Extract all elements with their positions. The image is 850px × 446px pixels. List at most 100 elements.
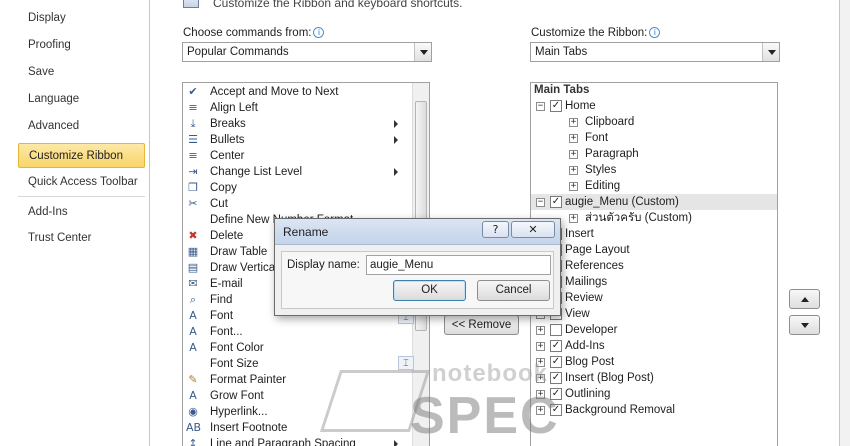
list-item[interactable]: ↕ Line and Paragraph Spacing — [183, 436, 413, 446]
page-title: Customize the Ribbon and keyboard shortc… — [213, 0, 463, 10]
tree-row[interactable]: + Editing — [531, 178, 777, 194]
choose-commands-select[interactable]: Popular Commands — [182, 42, 432, 62]
options-nav: Display Proofing Save Language Advanced Custo… — [0, 0, 150, 446]
list-item[interactable]: ⤓ Breaks — [183, 116, 413, 132]
tree-row-label: Styles — [585, 164, 617, 176]
expand-icon[interactable]: + — [536, 358, 545, 367]
nav-item-add-ins[interactable]: Add-Ins — [18, 200, 145, 225]
delete-icon: ✖ — [188, 229, 198, 242]
tree-row[interactable]: +✓References — [531, 258, 777, 274]
nav-item-customize-ribbon[interactable]: Customize Ribbon — [18, 143, 145, 168]
tree-row[interactable]: + ✓ Blog Post — [531, 354, 777, 370]
nav-item-trust-center[interactable]: Trust Center — [18, 226, 145, 251]
tab-checkbox[interactable]: ✓ — [550, 196, 562, 208]
tab-checkbox[interactable]: ✓ — [550, 340, 562, 352]
expand-icon[interactable]: + — [536, 374, 545, 383]
tree-row-label: Review — [565, 292, 603, 304]
nav-item-display[interactable]: Display — [18, 6, 145, 31]
list-item[interactable]: ✎ Format Painter — [183, 372, 413, 388]
list-item[interactable]: Font Size — [183, 356, 413, 372]
tab-checkbox[interactable]: ✓ — [550, 404, 562, 416]
expand-icon[interactable]: + — [569, 150, 578, 159]
expand-icon[interactable]: + — [569, 182, 578, 191]
list-item-label: Accept and Move to Next — [210, 86, 339, 98]
tree-row[interactable]: +✓View — [531, 306, 777, 322]
tree-row[interactable]: − ✓ Home — [531, 98, 777, 114]
remove-button[interactable]: << Remove — [444, 315, 519, 335]
tree-row[interactable]: + ✓ Background Removal — [531, 402, 777, 418]
nav-item-language[interactable]: Language — [18, 87, 145, 112]
tab-checkbox[interactable] — [550, 324, 562, 336]
expand-icon[interactable]: + — [569, 166, 578, 175]
tree-row[interactable]: + Paragraph — [531, 146, 777, 162]
submenu-arrow-icon — [394, 120, 398, 128]
tab-checkbox[interactable]: ✓ — [550, 356, 562, 368]
info-icon: i — [313, 27, 325, 39]
collapse-icon[interactable]: − — [536, 102, 545, 111]
chevron-down-icon[interactable] — [762, 43, 779, 61]
tree-row[interactable]: +✓Review — [531, 290, 777, 306]
rename-dialog: Rename ? ✕ Display name: augie_Menu OK C… — [274, 218, 561, 316]
tab-checkbox[interactable]: ✓ — [550, 388, 562, 400]
expand-icon[interactable]: + — [569, 118, 578, 127]
help-button[interactable]: ? — [482, 221, 509, 238]
tree-row[interactable]: + ✓ Insert (Blog Post) — [531, 370, 777, 386]
cancel-button[interactable]: Cancel — [477, 280, 550, 301]
tree-row[interactable]: +✓Insert — [531, 226, 777, 242]
tree-row[interactable]: +✓Page Layout — [531, 242, 777, 258]
dialog-titlebar[interactable]: Rename ? ✕ — [275, 219, 560, 245]
list-item-label: Draw Table — [210, 246, 268, 258]
list-item[interactable]: A Font Color — [183, 340, 413, 356]
nav-item-proofing[interactable]: Proofing — [18, 33, 145, 58]
expand-icon[interactable]: + — [569, 214, 578, 223]
list-item[interactable]: ≡ Center — [183, 148, 413, 164]
display-name-input[interactable]: augie_Menu — [366, 255, 551, 275]
tree-row[interactable]: + ✓ Outlining — [531, 386, 777, 402]
expand-icon[interactable]: + — [536, 390, 545, 399]
tree-row[interactable]: + Styles — [531, 162, 777, 178]
nav-item-advanced[interactable]: Advanced — [18, 114, 145, 139]
find-icon: ⌕ — [189, 293, 197, 306]
tree-row[interactable]: + Font — [531, 130, 777, 146]
list-item[interactable]: A Grow Font — [183, 388, 413, 404]
tree-row[interactable]: + Developer — [531, 322, 777, 338]
list-item[interactable]: ◉ Hyperlink... — [183, 404, 413, 420]
ok-button[interactable]: OK — [393, 280, 466, 301]
list-item[interactable]: ✔ Accept and Move to Next — [183, 84, 413, 100]
nav-item-save[interactable]: Save — [18, 60, 145, 85]
move-down-button[interactable] — [789, 315, 820, 335]
list-item[interactable]: ✂ Cut — [183, 196, 413, 212]
expand-icon[interactable]: + — [569, 134, 578, 143]
close-button[interactable]: ✕ — [511, 221, 555, 238]
collapse-icon[interactable]: − — [536, 198, 545, 207]
list-item-label: Center — [210, 150, 245, 162]
customize-ribbon-select[interactable]: Main Tabs — [530, 42, 780, 62]
expand-icon[interactable]: + — [536, 342, 545, 351]
tree-row-label: Home — [565, 100, 596, 112]
expand-icon[interactable]: + — [536, 406, 545, 415]
move-up-button[interactable] — [789, 289, 820, 309]
nav-item-quick-access-toolbar[interactable]: Quick Access Toolbar — [18, 170, 145, 195]
tree-row[interactable]: + ✓ Add-Ins — [531, 338, 777, 354]
list-item[interactable]: AB Insert Footnote — [183, 420, 413, 436]
list-item[interactable]: ≡ Align Left — [183, 100, 413, 116]
list-item-label: Delete — [210, 230, 244, 242]
ribbon-tree[interactable]: Main Tabs − ✓ Home + Clipboard + Font + Paragrap… — [530, 82, 778, 446]
tree-row[interactable]: + ส่วนตัวครับ (Custom) — [531, 210, 777, 226]
customize-ribbon-icon — [183, 0, 199, 8]
tree-row[interactable]: + Clipboard — [531, 114, 777, 130]
chevron-down-icon[interactable] — [414, 43, 431, 61]
list-item[interactable]: ⇥ Change List Level — [183, 164, 413, 180]
nav-separator — [18, 196, 145, 197]
submenu-arrow-icon — [394, 168, 398, 176]
tab-checkbox[interactable]: ✓ — [550, 372, 562, 384]
expand-icon[interactable]: + — [536, 326, 545, 335]
tree-row[interactable]: − ✓ augie_Menu (Custom) — [531, 194, 777, 210]
accept-icon: ✔ — [188, 85, 198, 98]
tab-checkbox[interactable]: ✓ — [550, 100, 562, 112]
list-item[interactable]: ❐ Copy — [183, 180, 413, 196]
list-item[interactable]: A Font... — [183, 324, 413, 340]
tree-row-label: View — [565, 308, 590, 320]
tree-row[interactable]: +✓Mailings — [531, 274, 777, 290]
list-item[interactable]: ☰ Bullets — [183, 132, 413, 148]
